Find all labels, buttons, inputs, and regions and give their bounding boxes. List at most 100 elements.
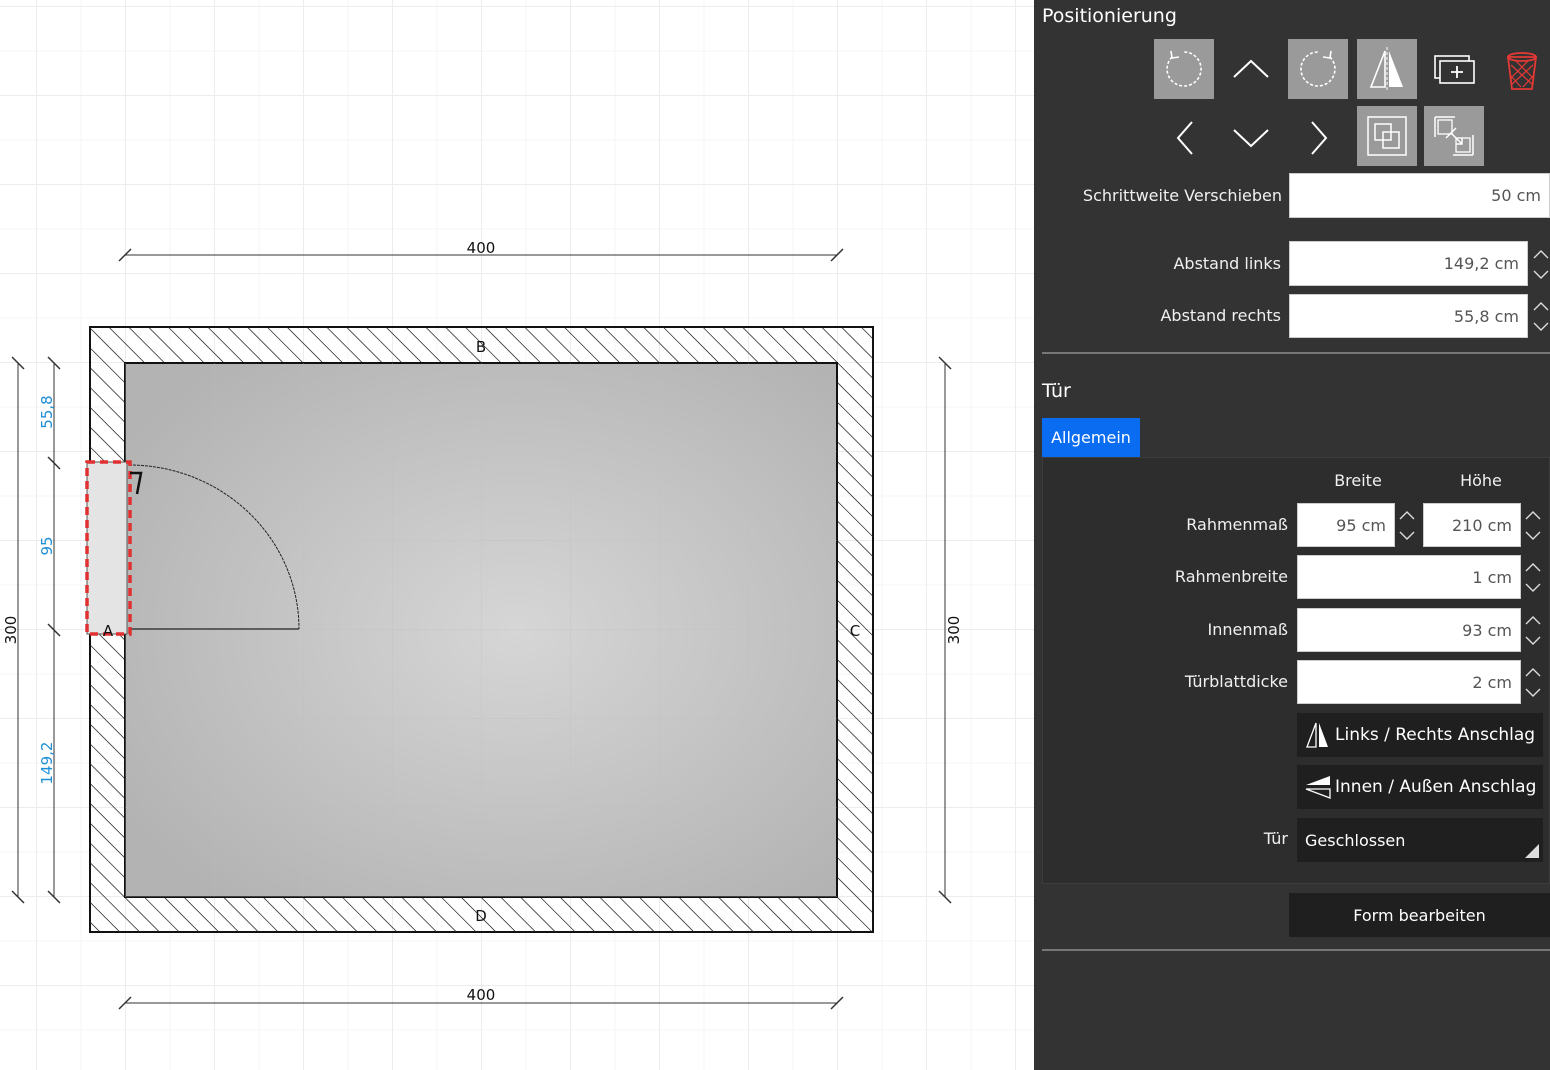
flip-vertical-icon <box>1305 776 1331 799</box>
offset-bottom-label: 149,2 <box>38 742 56 785</box>
chevron-up-icon <box>1533 301 1549 310</box>
wall-label-b: B <box>476 338 486 356</box>
chevron-down-icon <box>1533 322 1549 331</box>
shrink-button[interactable] <box>1424 106 1484 166</box>
chevron-down-icon <box>1525 531 1541 540</box>
distance-left-increase[interactable] <box>1530 243 1550 264</box>
rotate-ccw-icon <box>1166 50 1202 87</box>
dimension-bottom-label: 400 <box>467 986 496 1004</box>
leaf-thickness-increase[interactable] <box>1522 661 1544 682</box>
inner-size-decrease[interactable] <box>1522 630 1544 651</box>
distance-right-label: Abstand rechts <box>1160 306 1281 325</box>
move-right-button[interactable] <box>1288 106 1348 166</box>
delete-button[interactable] <box>1492 39 1550 99</box>
mirror-icon <box>1369 47 1403 91</box>
delete-icon <box>1506 52 1538 90</box>
dimension-right: 300 <box>938 356 963 904</box>
frame-size-label: Rahmenmaß <box>1186 515 1288 534</box>
duplicate-button[interactable] <box>1424 39 1484 99</box>
chevron-down-icon <box>1525 688 1541 697</box>
distance-left-input[interactable]: 149,2 cm <box>1289 241 1528 286</box>
hinge-left-right-button[interactable]: Links / Rechts Anschlag <box>1297 713 1543 757</box>
frame-size-height-stepper[interactable] <box>1522 504 1544 546</box>
hinge-inside-outside-label: Innen / Außen Anschlag <box>1335 777 1537 797</box>
tab-general[interactable]: Allgemein <box>1042 418 1140 457</box>
distance-left-decrease[interactable] <box>1530 264 1550 285</box>
dimension-left-label: 300 <box>2 616 20 645</box>
dimension-bottom: 400 <box>118 986 844 1010</box>
inner-size-label: Innenmaß <box>1207 620 1288 639</box>
leaf-thickness-input[interactable]: 2 cm <box>1297 660 1521 704</box>
chevron-down-icon <box>1525 636 1541 645</box>
leaf-thickness-decrease[interactable] <box>1522 682 1544 703</box>
chevron-down-icon <box>1533 270 1549 279</box>
bottom-divider <box>1042 949 1550 951</box>
chevron-down-icon <box>1525 583 1541 592</box>
snap-button[interactable] <box>1357 106 1417 166</box>
frame-size-width-decrease[interactable] <box>1396 525 1418 546</box>
arrow-left-icon <box>1176 121 1193 155</box>
move-up-button[interactable] <box>1221 39 1281 99</box>
chevron-up-icon <box>1533 249 1549 258</box>
frame-size-width-input[interactable]: 95 cm <box>1297 503 1395 547</box>
hinge-left-right-label: Links / Rechts Anschlag <box>1335 725 1536 745</box>
step-size-label: Schrittweite Verschieben <box>1082 186 1282 205</box>
distance-right-input[interactable]: 55,8 cm <box>1289 294 1528 338</box>
distance-right-increase[interactable] <box>1530 295 1550 316</box>
move-left-button[interactable] <box>1154 106 1214 166</box>
chevron-down-icon <box>1399 531 1415 540</box>
distance-right-stepper[interactable] <box>1530 295 1550 337</box>
column-header-width: Breite <box>1334 471 1382 490</box>
leaf-thickness-label: Türblattdicke <box>1184 672 1288 691</box>
wall-label-c: C <box>850 622 860 640</box>
move-down-button[interactable] <box>1221 106 1281 166</box>
properties-panel: Positionierung Schrittweite Verschieben … <box>1034 0 1550 1070</box>
door-state-value: Geschlossen <box>1305 830 1406 850</box>
step-size-input[interactable]: 50 cm <box>1289 173 1550 218</box>
offset-top-label: 55,8 <box>38 395 56 428</box>
edit-shape-button[interactable]: Form bearbeiten <box>1289 893 1550 937</box>
floor-plan-canvas[interactable]: 400 400 300 55,8 95 149,2 300 B D C A <box>0 0 1034 1070</box>
distance-right-decrease[interactable] <box>1530 316 1550 337</box>
frame-size-height-increase[interactable] <box>1522 504 1544 525</box>
chevron-up-icon <box>1525 562 1541 571</box>
door-state-label: Tür <box>1263 829 1288 848</box>
arrow-down-icon <box>1233 129 1269 148</box>
offset-door-label: 95 <box>38 536 56 555</box>
dimension-right-label: 300 <box>945 616 963 645</box>
duplicate-icon <box>1434 55 1475 84</box>
frame-size-height-decrease[interactable] <box>1522 525 1544 546</box>
hinge-inside-outside-button[interactable]: Innen / Außen Anschlag <box>1297 765 1543 809</box>
dropdown-corner-icon <box>1525 844 1539 858</box>
arrow-up-icon <box>1233 59 1269 78</box>
wall-label-a: A <box>103 622 114 640</box>
door-state-select[interactable]: Geschlossen <box>1297 818 1543 862</box>
dimension-top-label: 400 <box>467 239 496 257</box>
leaf-thickness-stepper[interactable] <box>1522 661 1544 703</box>
frame-width-stepper[interactable] <box>1522 556 1544 598</box>
rotate-left-button[interactable] <box>1154 39 1214 99</box>
inner-size-stepper[interactable] <box>1522 609 1544 651</box>
chevron-up-icon <box>1525 667 1541 676</box>
inner-size-input[interactable]: 93 cm <box>1297 608 1521 652</box>
frame-size-height-input[interactable]: 210 cm <box>1423 503 1521 547</box>
dimension-left: 300 <box>2 356 25 904</box>
frame-width-input[interactable]: 1 cm <box>1297 555 1521 599</box>
floor-plan-svg[interactable]: 400 400 300 55,8 95 149,2 300 B D C A <box>0 0 1034 1070</box>
rotate-right-button[interactable] <box>1288 39 1348 99</box>
mirror-button[interactable] <box>1357 39 1417 99</box>
frame-width-label: Rahmenbreite <box>1174 567 1288 586</box>
distance-left-stepper[interactable] <box>1530 243 1550 285</box>
frame-size-width-increase[interactable] <box>1396 504 1418 525</box>
door-offset-dimension: 55,8 95 149,2 <box>38 356 61 904</box>
frame-size-width-stepper[interactable] <box>1396 504 1418 546</box>
frame-width-decrease[interactable] <box>1522 577 1544 598</box>
door-section-title: Tür <box>1042 380 1071 402</box>
inner-size-increase[interactable] <box>1522 609 1544 630</box>
mirror-icon <box>1306 722 1328 748</box>
shrink-icon <box>1434 116 1474 156</box>
frame-width-increase[interactable] <box>1522 556 1544 577</box>
distance-left-label: Abstand links <box>1173 254 1281 273</box>
section-divider <box>1042 352 1550 354</box>
chevron-up-icon <box>1525 510 1541 519</box>
